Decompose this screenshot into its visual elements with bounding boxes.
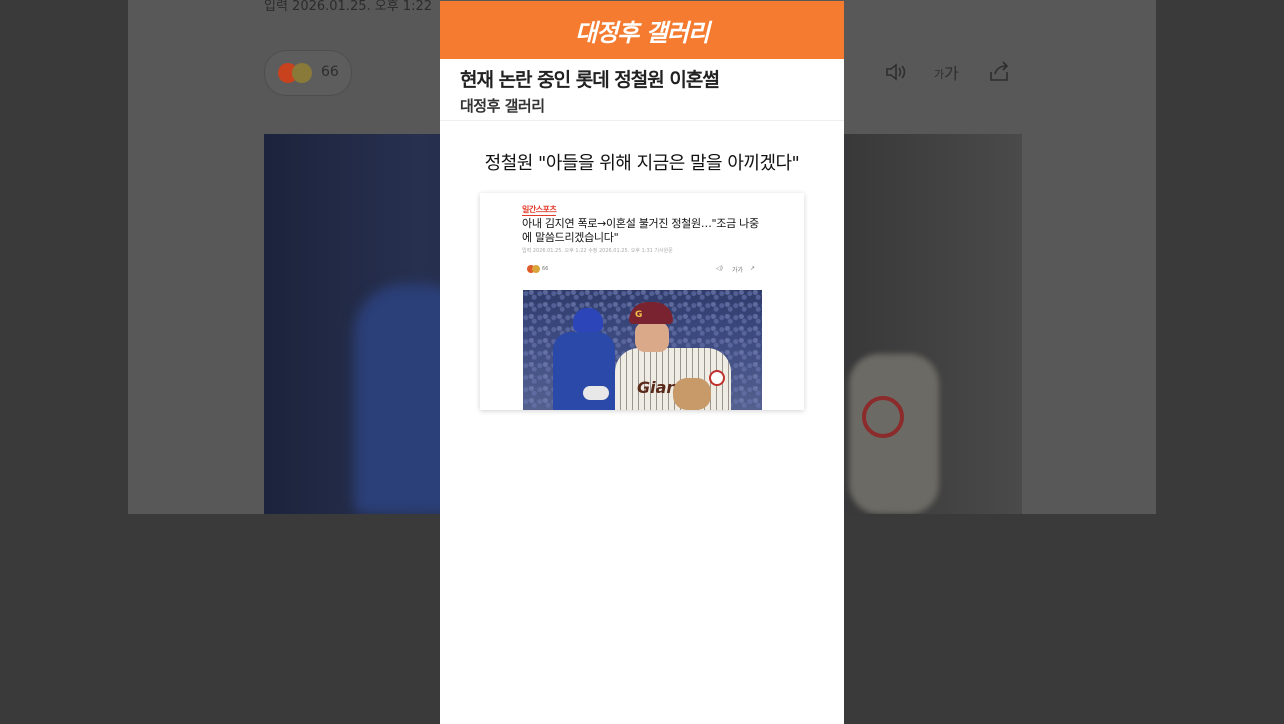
speaker-icon — [884, 60, 908, 84]
share-icon: ↗ — [750, 265, 756, 272]
news-photo: Giants G — [523, 290, 762, 410]
svg-text:가: 가 — [934, 68, 944, 81]
baseball-glove — [673, 378, 711, 410]
runner-helmet — [573, 308, 603, 332]
font-size-icon: 가가 — [934, 60, 964, 84]
post-title: 현재 논란 중인 롯데 정철원 이혼썰 — [460, 69, 720, 91]
background-dateline: 입력 2026.01.25. 오후 1:22 — [264, 0, 432, 14]
news-screenshot-card: 일간스포츠 아내 김지연 폭로→이혼설 불거진 정철원…"조금 나중에 말씀드리… — [480, 193, 804, 410]
speaker-icon: ◁) — [716, 265, 723, 272]
sad-emoji-icon — [532, 265, 540, 273]
svg-text:가: 가 — [944, 64, 959, 83]
background-reaction-count: 66 — [321, 64, 339, 80]
font-size-icon: 가가 — [732, 267, 744, 274]
pitcher-cap: G — [629, 302, 673, 324]
quote-heading: 정철원 "아들을 위해 지금은 말을 아끼겠다" — [484, 153, 800, 174]
post-author: 대정후 갤러리 — [460, 97, 545, 115]
news-headline: 아내 김지연 폭로→이혼설 불거진 정철원…"조금 나중에 말씀드리겠습니다" — [522, 217, 759, 244]
share-icon — [987, 60, 1011, 84]
news-source-logo: 일간스포츠 — [522, 205, 557, 216]
cap-logo-text: G — [635, 310, 643, 320]
news-reaction-count: 66 — [542, 266, 549, 272]
post-header: 현재 논란 중인 롯데 정철원 이혼썰 대정후 갤러리 — [440, 59, 844, 121]
shorts-panel: 대정후 갤러리 현재 논란 중인 롯데 정철원 이혼썰 대정후 갤러리 정철원 … — [440, 1, 844, 724]
sad-emoji-icon — [292, 63, 312, 83]
brand-title: 대정후 갤러리 — [575, 18, 710, 47]
background-reaction-pill: 66 — [264, 50, 352, 96]
brand-header: 대정후 갤러리 — [440, 1, 844, 59]
news-toolbar: ◁) 가가 ↗ — [716, 265, 762, 275]
sleeve-patch — [709, 370, 725, 386]
news-dateline: 입력 2026.01.25. 오후 1:22 수정 2026.01.25. 오후… — [522, 248, 673, 254]
